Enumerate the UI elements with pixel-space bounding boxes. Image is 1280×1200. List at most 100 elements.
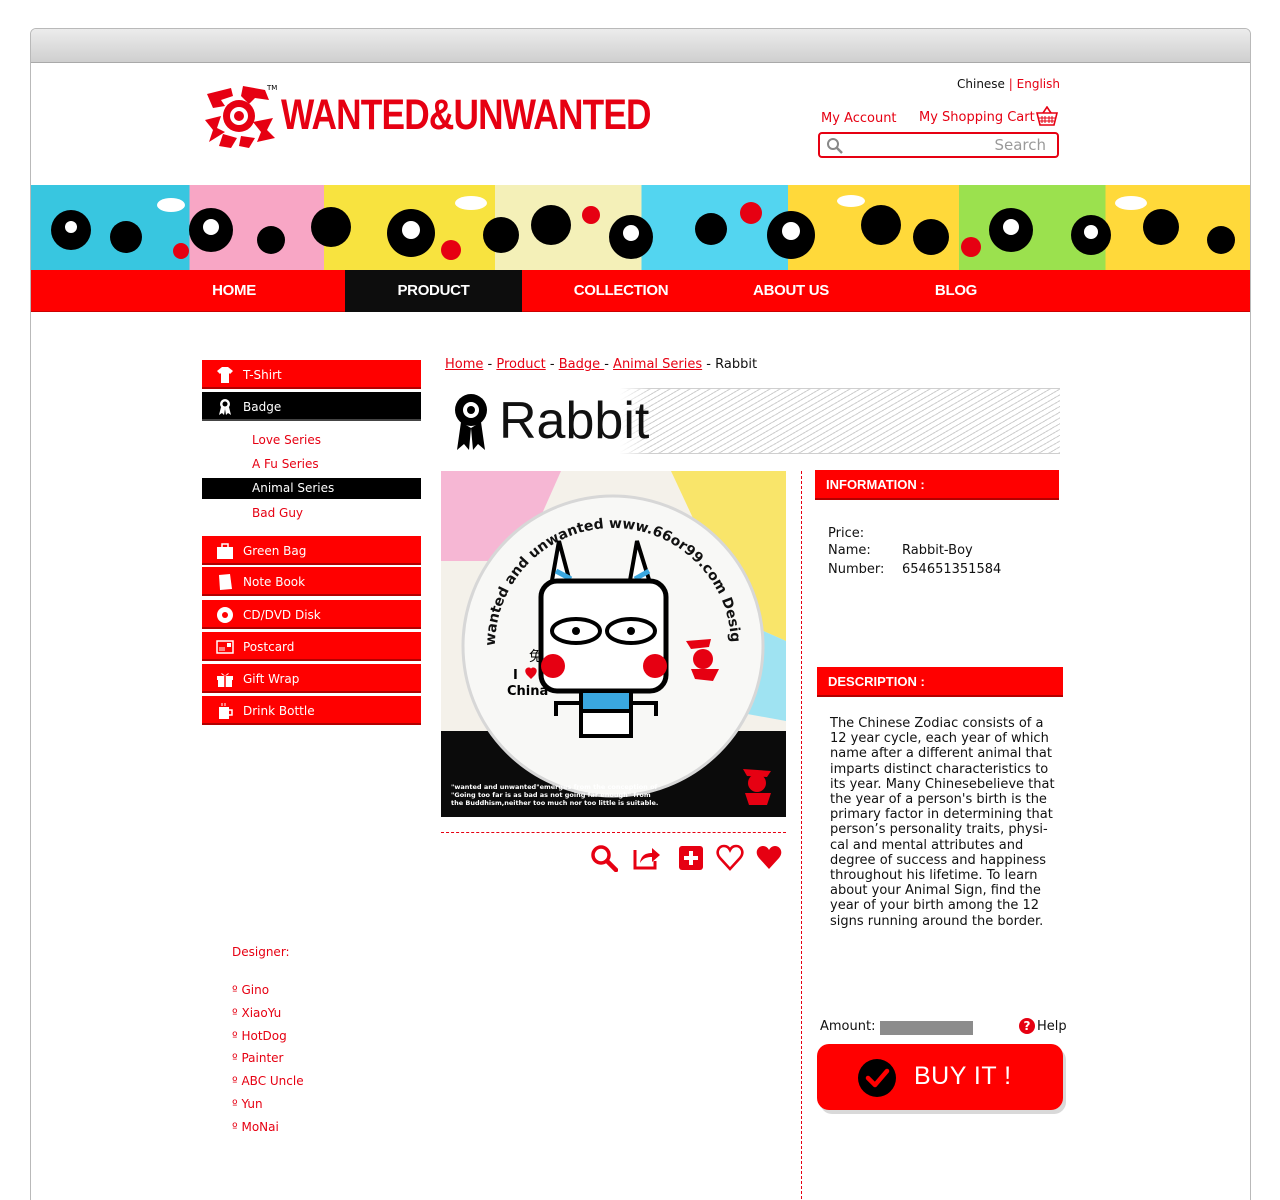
language-switch: Chinese | English [957, 77, 1060, 91]
designer-link-painter[interactable]: º Painter [232, 1051, 283, 1065]
badge-photo: wanted and unwanted www.66or99.com Desig… [441, 471, 786, 817]
nav-product[interactable]: PRODUCT [345, 270, 522, 312]
character-banner [31, 185, 1250, 270]
zoom-icon[interactable] [590, 844, 618, 872]
heart-outline-icon[interactable] [716, 844, 744, 872]
description-heading: DESCRIPTION : [817, 667, 1063, 697]
notebook-icon [219, 574, 232, 590]
ribbon-badge-icon [219, 399, 231, 415]
image-divider [441, 832, 786, 833]
name-value: Rabbit-Boy [902, 543, 973, 558]
designer-link-monai[interactable]: º MoNai [232, 1120, 279, 1134]
gift-icon [217, 673, 233, 687]
column-divider [801, 471, 802, 1200]
banner-artwork [51, 195, 1235, 260]
sidebar-item-label: Gift Wrap [243, 672, 300, 686]
search-box [818, 132, 1059, 158]
information-heading: INFORMATION : [815, 470, 1059, 500]
breadcrumb-current: Rabbit [715, 357, 758, 372]
nav-home[interactable]: HOME [172, 270, 296, 312]
sidebar-item-note-book[interactable]: Note Book [202, 567, 421, 596]
designer-heading: Designer: [232, 945, 290, 959]
help-link[interactable]: ? Help [1019, 1018, 1067, 1034]
sidebar-item-drink-bottle[interactable]: Drink Bottle [202, 696, 421, 725]
sub-item-animal-series[interactable]: Animal Series [202, 478, 421, 499]
sidebar-item-cd-dvd[interactable]: CD/DVD Disk [202, 600, 421, 629]
breadcrumb-separator: - [545, 357, 559, 372]
share-icon[interactable] [632, 844, 660, 872]
number-value: 654651351584 [902, 562, 1002, 577]
main-nav: HOME PRODUCT COLLECTION ABOUT US BLOG [31, 270, 1250, 312]
designer-link-yun[interactable]: º Yun [232, 1097, 263, 1111]
badge-caption-line-2: "Going too far is as bad as not going fa… [451, 791, 651, 799]
shopping-cart-link[interactable]: My Shopping Cart [919, 110, 1035, 125]
breadcrumb-separator: - [604, 357, 614, 372]
badge-chinese-char: 兔 [529, 649, 543, 665]
heart-filled-icon[interactable] [755, 844, 783, 872]
breadcrumb-product[interactable]: Product [496, 357, 545, 372]
sidebar-item-green-bag[interactable]: Green Bag [202, 536, 421, 565]
product-title: Rabbit [499, 392, 650, 450]
postcard-icon [216, 640, 234, 654]
browser-top-bar [31, 29, 1250, 63]
brand-name[interactable]: WANTED&UNWANTED [281, 91, 651, 140]
sidebar-item-label: T-Shirt [243, 368, 282, 382]
amount-input[interactable] [880, 1021, 973, 1035]
sidebar-item-label: Postcard [243, 640, 295, 654]
sidebar-item-tshirt[interactable]: T-Shirt [202, 360, 421, 389]
sidebar-item-gift-wrap[interactable]: Gift Wrap [202, 664, 421, 693]
sub-item-bad-guy[interactable]: Bad Guy [202, 503, 421, 524]
help-icon: ? [1019, 1018, 1035, 1034]
checkmark-icon [858, 1059, 896, 1097]
add-icon[interactable] [677, 844, 705, 872]
badge-i-text: I [513, 668, 518, 683]
ribbon-badge-icon [455, 394, 487, 450]
sidebar-item-postcard[interactable]: Postcard [202, 632, 421, 661]
badge-caption-line-1: "wanted and unwanted"emerges from the co… [451, 783, 658, 791]
search-icon[interactable] [826, 137, 843, 154]
badge-caption-line-3: the Buddhism,neither too much nor too li… [451, 799, 658, 807]
designer-link-abc-uncle[interactable]: º ABC Uncle [232, 1074, 304, 1088]
name-label: Name: [828, 543, 871, 558]
amount-label: Amount: [820, 1019, 876, 1034]
sidebar-item-label: Badge [243, 400, 282, 414]
breadcrumb-home[interactable]: Home [445, 357, 483, 372]
breadcrumb-separator: - [702, 357, 716, 372]
nav-blog[interactable]: BLOG [911, 270, 1001, 312]
breadcrumb-separator: - [483, 357, 497, 372]
number-label: Number: [828, 562, 885, 577]
lang-chinese[interactable]: Chinese [957, 77, 1005, 91]
search-input[interactable] [846, 136, 1046, 154]
sidebar-item-label: Note Book [243, 575, 306, 589]
lang-separator: | [1008, 77, 1013, 91]
disc-icon [217, 607, 233, 623]
designer-link-xiaoyu[interactable]: º XiaoYu [232, 1006, 281, 1020]
sidebar-item-label: CD/DVD Disk [243, 608, 321, 622]
sidebar-item-label: Green Bag [243, 544, 307, 558]
sidebar-item-label: Drink Bottle [243, 704, 315, 718]
breadcrumb: Home - Product - Badge - Animal Series -… [445, 357, 757, 372]
my-account-link[interactable]: My Account [821, 111, 897, 126]
cup-icon [219, 703, 233, 719]
designer-link-gino[interactable]: º Gino [232, 983, 269, 997]
buy-button-label: BUY IT ! [914, 1062, 1012, 1090]
description-text: The Chinese Zodiac consists of a 12 year… [830, 716, 1055, 929]
designer-link-hotdog[interactable]: º HotDog [232, 1029, 287, 1043]
buy-button[interactable]: BUY IT ! [817, 1044, 1063, 1110]
sub-item-afu-series[interactable]: A Fu Series [202, 454, 421, 475]
breadcrumb-animal-series[interactable]: Animal Series [613, 357, 702, 372]
breadcrumb-badge[interactable]: Badge [559, 357, 605, 372]
sidebar-item-badge[interactable]: Badge [202, 392, 421, 421]
shopping-basket-icon[interactable] [1036, 106, 1058, 126]
bag-icon [217, 543, 233, 559]
product-image[interactable]: wanted and unwanted www.66or99.com Desig… [441, 471, 786, 817]
price-label: Price: [828, 526, 865, 541]
nav-about-us[interactable]: ABOUT US [731, 270, 851, 312]
browser-window: TM WANTED&UNWANTED Chinese | English My … [30, 28, 1251, 1200]
logo-icon[interactable]: TM [203, 82, 277, 150]
sub-item-love-series[interactable]: Love Series [202, 430, 421, 451]
badge-china-text: China [507, 684, 548, 699]
nav-collection[interactable]: COLLECTION [551, 270, 691, 312]
tshirt-icon [217, 367, 233, 383]
lang-english[interactable]: English [1017, 77, 1060, 91]
